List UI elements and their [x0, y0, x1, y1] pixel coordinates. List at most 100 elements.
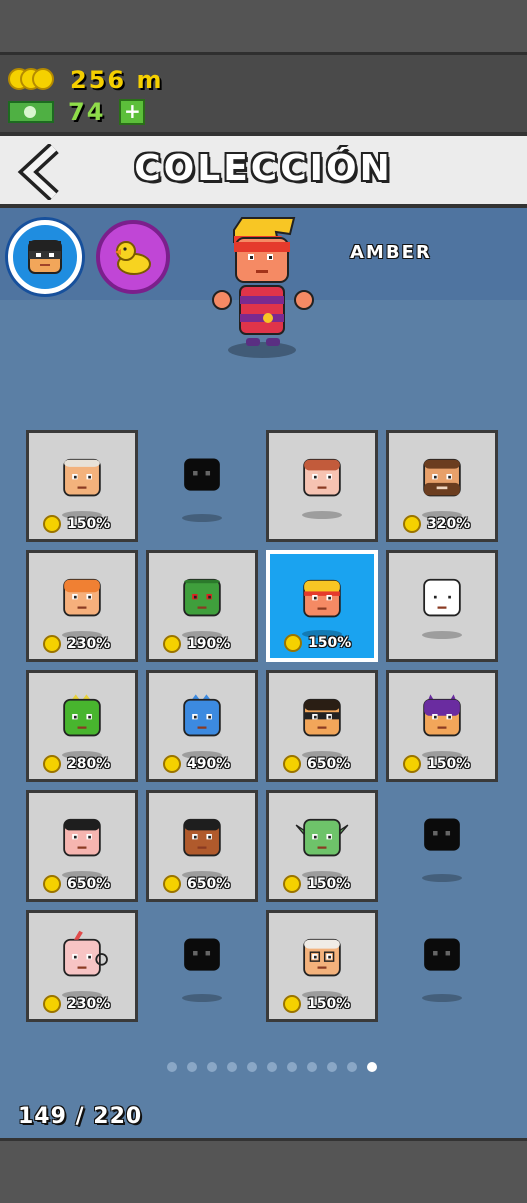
character-card[interactable]	[266, 430, 378, 542]
coin-icon	[43, 875, 61, 893]
character-card[interactable]: 490%	[146, 670, 258, 782]
character-card[interactable]	[146, 910, 258, 1022]
coin-icon	[43, 515, 61, 533]
coin-bonus-value: 230%	[67, 636, 111, 652]
character-card[interactable]: 280%	[26, 670, 138, 782]
coin-icon	[283, 995, 301, 1013]
currency-panel: 256 m 74 +	[0, 52, 527, 133]
green-alien-icon	[295, 818, 349, 857]
collection-counter: 149 / 220	[18, 1104, 143, 1129]
character-card[interactable]: 230%	[26, 550, 138, 662]
character-card[interactable]: 150%	[266, 550, 378, 662]
coin-icon	[163, 875, 181, 893]
coin-bonus: 650%	[163, 875, 230, 893]
character-card[interactable]: 230%	[26, 910, 138, 1022]
page-dot[interactable]	[367, 1062, 377, 1072]
coins-amount: 256 m	[70, 66, 164, 94]
coin-bonus: 150%	[284, 634, 351, 652]
black-hair-man-icon	[63, 818, 101, 857]
coins-row: 256 m	[8, 65, 163, 95]
old-glasses-man-icon	[303, 938, 341, 977]
coin-icon	[403, 755, 421, 773]
page-dot[interactable]	[327, 1062, 337, 1072]
character-card[interactable]: 650%	[146, 790, 258, 902]
coin-bonus: 650%	[43, 875, 110, 893]
coin-bonus-value: 190%	[187, 636, 231, 652]
coin-bonus-value: 650%	[67, 876, 111, 892]
masked-hero-icon	[28, 240, 62, 274]
page-title: COLECCIÓN	[134, 148, 393, 189]
character-card[interactable]: 150%	[266, 910, 378, 1022]
green-creeper-icon	[183, 578, 221, 617]
page-dot[interactable]	[267, 1062, 277, 1072]
character-shadow	[422, 631, 462, 639]
coin-bonus-value: 320%	[427, 516, 471, 532]
locked-character-icon	[424, 818, 460, 851]
title-bar: COLECCIÓN	[0, 132, 527, 208]
character-shadow	[422, 874, 462, 882]
page-dot[interactable]	[207, 1062, 217, 1072]
page-dot[interactable]	[187, 1062, 197, 1072]
page-dot[interactable]	[227, 1062, 237, 1072]
navigation-bar	[0, 1138, 527, 1203]
coin-bonus-value: 490%	[187, 756, 231, 772]
tab-pets[interactable]	[96, 220, 170, 294]
coin-icon	[283, 875, 301, 893]
old-man-icon	[63, 458, 101, 497]
character-card[interactable]: 150%	[26, 430, 138, 542]
cup-character-icon	[63, 930, 108, 977]
page-dot[interactable]	[287, 1062, 297, 1072]
cash-icon	[8, 101, 54, 123]
page-dot[interactable]	[247, 1062, 257, 1072]
character-shadow	[182, 514, 222, 522]
coin-bonus-value: 150%	[307, 876, 351, 892]
coin-bonus: 150%	[283, 875, 350, 893]
character-card[interactable]: 320%	[386, 430, 498, 542]
redhead-freckles-icon	[303, 458, 341, 497]
coin-bonus: 150%	[283, 995, 350, 1013]
coin-icon	[283, 755, 301, 773]
character-card[interactable]: 150%	[266, 790, 378, 902]
coin-bonus: 150%	[403, 755, 470, 773]
coin-bonus-value: 650%	[307, 756, 351, 772]
amber-icon	[303, 579, 341, 618]
character-card[interactable]	[386, 790, 498, 902]
coin-bonus-value: 150%	[307, 996, 351, 1012]
cash-amount: 74	[68, 98, 106, 126]
coin-bonus-value: 150%	[67, 516, 111, 532]
locked-character-icon	[184, 458, 220, 491]
coin-icon	[163, 755, 181, 773]
tab-heroes[interactable]	[8, 220, 82, 294]
cash-row: 74 +	[8, 97, 146, 127]
character-card[interactable]: 650%	[266, 670, 378, 782]
page-dot[interactable]	[167, 1062, 177, 1072]
coin-bonus: 190%	[163, 635, 230, 653]
character-card[interactable]	[386, 910, 498, 1022]
coin-bonus: 230%	[43, 995, 110, 1013]
coin-bonus: 320%	[403, 515, 470, 533]
coin-bonus: 490%	[163, 755, 230, 773]
bearded-man-icon	[423, 458, 461, 497]
coin-bonus-value: 650%	[187, 876, 231, 892]
coin-bonus-value: 150%	[427, 756, 471, 772]
add-cash-button[interactable]: +	[119, 99, 146, 125]
coin-icon	[43, 995, 61, 1013]
character-card[interactable]	[386, 550, 498, 662]
dark-hair-woman-icon	[183, 818, 221, 857]
character-card[interactable]: 190%	[146, 550, 258, 662]
page-dot[interactable]	[347, 1062, 357, 1072]
coin-icon	[284, 634, 302, 652]
character-card[interactable]: 650%	[26, 790, 138, 902]
coins-icon	[8, 68, 56, 92]
locked-character-icon	[184, 938, 220, 971]
coin-icon	[163, 635, 181, 653]
character-card[interactable]: 150%	[386, 670, 498, 782]
coin-bonus-value: 150%	[308, 635, 352, 651]
coin-bonus: 230%	[43, 635, 110, 653]
selected-character-name: AMBER	[350, 242, 432, 263]
character-card[interactable]	[146, 430, 258, 542]
coin-icon	[403, 515, 421, 533]
page-indicator	[167, 1062, 387, 1072]
page-dot[interactable]	[307, 1062, 317, 1072]
masked-hero-icon	[303, 698, 341, 737]
